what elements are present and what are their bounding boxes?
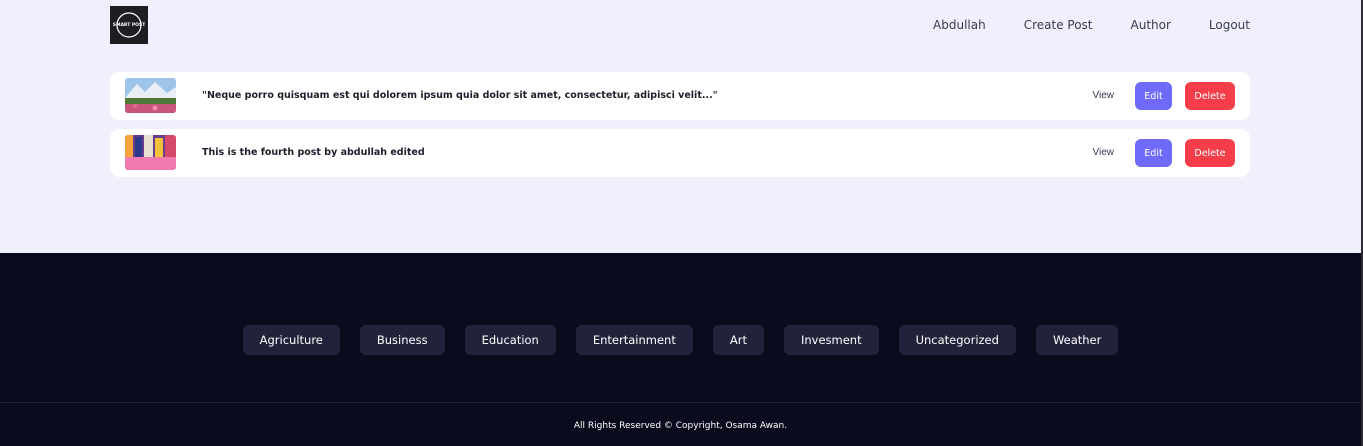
- post-title[interactable]: This is the fourth post by abdullah edit…: [202, 146, 425, 160]
- post-actions: View Edit Delete: [1093, 139, 1235, 167]
- delete-button[interactable]: Delete: [1185, 139, 1235, 167]
- post-title[interactable]: "Neque porro quisquam est qui dolorem ip…: [202, 89, 718, 103]
- view-button[interactable]: View: [1093, 139, 1115, 167]
- edit-button[interactable]: Edit: [1135, 139, 1172, 167]
- delete-button[interactable]: Delete: [1185, 82, 1235, 110]
- nav-link-logout[interactable]: Logout: [1209, 17, 1250, 33]
- nav-link-create-post[interactable]: Create Post: [1024, 17, 1093, 33]
- nav-link-author[interactable]: Author: [1131, 17, 1171, 33]
- category-uncategorized[interactable]: Uncategorized: [898, 325, 1016, 355]
- post-row: This is the fourth post by abdullah edit…: [110, 129, 1250, 177]
- site-footer: Agriculture Business Education Entertain…: [0, 253, 1361, 446]
- category-business[interactable]: Business: [359, 325, 445, 355]
- view-button[interactable]: View: [1093, 82, 1115, 110]
- category-list: Agriculture Business Education Entertain…: [0, 325, 1361, 355]
- edit-button[interactable]: Edit: [1135, 82, 1172, 110]
- category-education[interactable]: Education: [464, 325, 556, 355]
- nav-links: Abdullah Create Post Author Logout: [933, 17, 1250, 33]
- nav-link-abdullah[interactable]: Abdullah: [933, 17, 986, 33]
- category-weather[interactable]: Weather: [1035, 325, 1119, 355]
- category-art[interactable]: Art: [712, 325, 764, 355]
- post-thumbnail[interactable]: [125, 78, 176, 113]
- category-agriculture[interactable]: Agriculture: [242, 325, 340, 355]
- post-actions: View Edit Delete: [1093, 82, 1235, 110]
- logo-icon: SMART POST: [113, 12, 145, 38]
- category-invesment[interactable]: Invesment: [783, 325, 879, 355]
- post-thumbnail[interactable]: [125, 135, 176, 170]
- site-logo[interactable]: SMART POST: [110, 6, 148, 44]
- post-row: "Neque porro quisquam est qui dolorem ip…: [110, 72, 1250, 120]
- footer-divider: [0, 402, 1361, 403]
- category-entertainment[interactable]: Entertainment: [575, 325, 693, 355]
- top-nav: SMART POST Abdullah Create Post Author L…: [0, 0, 1361, 50]
- post-list: "Neque porro quisquam est qui dolorem ip…: [110, 72, 1250, 186]
- copyright-text: All Rights Reserved © Copyright, Osama A…: [573, 421, 788, 431]
- svg-text:SMART POST: SMART POST: [113, 22, 145, 28]
